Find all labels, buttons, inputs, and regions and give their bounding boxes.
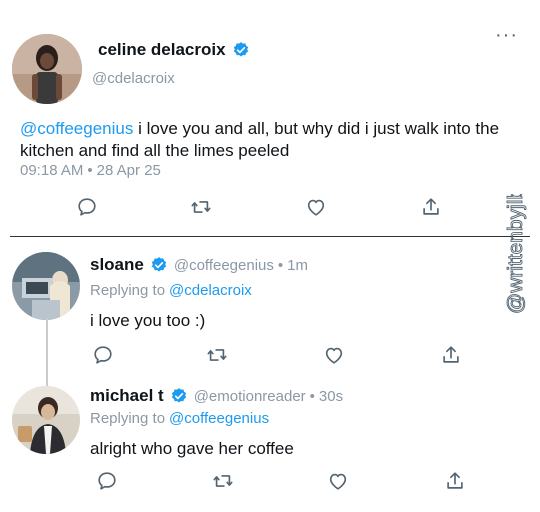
- tweet-timestamp: 09:18 AM • 28 Apr 25: [20, 162, 161, 179]
- tweet-date[interactable]: 28 Apr 25: [97, 162, 161, 179]
- reply2-author-row: michael t @emotionreader • 30s: [90, 386, 343, 406]
- verified-badge-icon: [150, 256, 168, 274]
- reply1-handle[interactable]: @coffeegenius: [174, 257, 274, 274]
- avatar-celine[interactable]: [12, 34, 82, 104]
- share-icon[interactable]: [420, 196, 442, 218]
- reply2-text: alright who gave her coffee: [90, 439, 294, 458]
- avatar-michael[interactable]: [12, 386, 80, 454]
- more-icon[interactable]: ···: [495, 25, 518, 45]
- reply1-name[interactable]: sloane: [90, 255, 144, 275]
- watermark-text: @writtenbyjlb: [505, 194, 527, 314]
- reply1-replying-to: Replying to @cdelacroix: [90, 282, 252, 299]
- like-icon[interactable]: [305, 196, 327, 218]
- tweet-divider: [10, 236, 530, 237]
- author-name[interactable]: celine delacroix: [98, 40, 226, 60]
- reply2-replying-to: Replying to @coffeegenius: [90, 410, 269, 427]
- author-handle[interactable]: @cdelacroix: [92, 70, 175, 87]
- verified-badge-icon: [232, 41, 250, 59]
- tweet-time[interactable]: 09:18 AM: [20, 162, 83, 179]
- reply1-text: i love you too :): [90, 311, 206, 330]
- retweet-icon[interactable]: [212, 470, 234, 492]
- main-author-row: celine delacroix: [98, 40, 256, 60]
- reply-icon[interactable]: [92, 344, 114, 366]
- main-handle-row: @cdelacroix: [92, 70, 175, 87]
- separator-dot: •: [87, 162, 93, 179]
- main-tweet-text: @coffeegenius i love you and all, but wh…: [20, 118, 500, 162]
- thread-connector: [46, 318, 48, 386]
- replying-to-link[interactable]: @coffeegenius: [169, 410, 269, 427]
- reply-icon[interactable]: [96, 470, 118, 492]
- separator-dot: •: [277, 256, 284, 274]
- reply2-name[interactable]: michael t: [90, 386, 164, 406]
- share-icon[interactable]: [440, 344, 462, 366]
- watermark: @writtenbyjlb: [486, 188, 540, 315]
- mention-link[interactable]: @coffeegenius: [20, 119, 133, 138]
- replying-to-link[interactable]: @cdelacroix: [169, 282, 252, 299]
- like-icon[interactable]: [327, 470, 349, 492]
- retweet-icon[interactable]: [206, 344, 228, 366]
- like-icon[interactable]: [323, 344, 345, 366]
- replying-label: Replying to: [90, 282, 166, 299]
- reply1-author-row: sloane @coffeegenius • 1m: [90, 255, 308, 275]
- reply2-age: 30s: [318, 387, 344, 405]
- verified-badge-icon: [170, 387, 188, 405]
- separator-dot: •: [309, 387, 315, 405]
- reply2-handle[interactable]: @emotionreader: [194, 388, 306, 405]
- replying-label: Replying to: [90, 410, 166, 427]
- share-icon[interactable]: [444, 470, 466, 492]
- avatar-sloane[interactable]: [12, 252, 80, 320]
- reply-icon[interactable]: [76, 196, 98, 218]
- reply1-age: 1m: [287, 256, 308, 274]
- retweet-icon[interactable]: [190, 196, 212, 218]
